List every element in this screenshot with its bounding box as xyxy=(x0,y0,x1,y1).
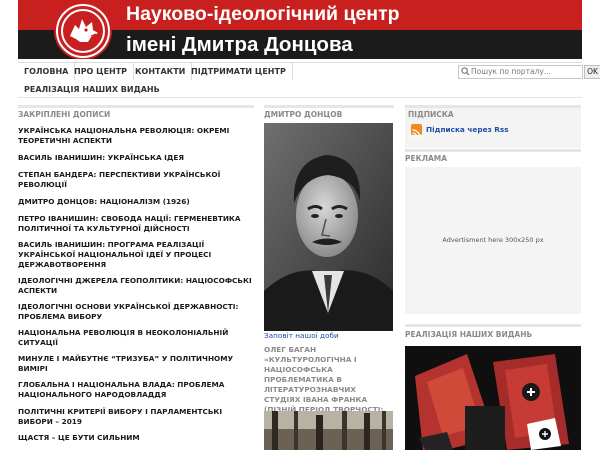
pinned-post-link[interactable]: Політичні критерії вибору і парламентськ… xyxy=(18,407,254,427)
nav-item-support[interactable]: Підтримати центр xyxy=(185,63,293,80)
article-thumbnail[interactable] xyxy=(264,411,393,450)
ads-heading: Реклама xyxy=(405,154,448,163)
middle-heading-rule xyxy=(264,105,394,108)
ads-heading-rule xyxy=(405,149,581,152)
dontsov-portrait[interactable] xyxy=(264,123,393,331)
pinned-post-link[interactable]: Ідеологічні джерела геополітики: націосо… xyxy=(18,276,254,296)
search-input[interactable]: Пошук по порталу... xyxy=(458,65,583,79)
nav-item-our-publications[interactable]: Реалізація наших видань xyxy=(18,81,166,98)
site-header: Науково-ідеологічний центр імені Дмитра … xyxy=(18,0,582,59)
rss-subscribe-link[interactable]: Підписка через Rss xyxy=(426,125,509,134)
left-heading-rule xyxy=(18,105,254,108)
dontsov-heading: Дмитро Донцов xyxy=(264,110,343,119)
pinned-post-link[interactable]: Петро Іванишин: Свобода нації: герменевт… xyxy=(18,214,254,234)
pinned-post-link[interactable]: Василь Іванишин: Програма реалізації укр… xyxy=(18,240,254,270)
site-title-line1: Науково-ідеологічний центр xyxy=(126,3,400,25)
books-heading-rule xyxy=(405,324,581,327)
publications-image[interactable] xyxy=(405,346,581,450)
pinned-post-link[interactable]: Василь Іванишин: Українська ідея xyxy=(18,153,254,163)
rss-icon[interactable] xyxy=(411,124,422,138)
pinned-post-link[interactable]: Дмитро Донцов: Націоналізм (1926) xyxy=(18,197,254,207)
pinned-post-link[interactable]: Українська національна революція: Окремі… xyxy=(18,126,254,146)
search-placeholder: Пошук по порталу... xyxy=(471,67,551,76)
search-icon xyxy=(461,67,470,76)
nav-bottom-divider xyxy=(18,97,582,98)
search-submit-button[interactable]: OK xyxy=(584,65,600,79)
pinned-posts-heading: Закріплені дописи xyxy=(18,110,111,119)
pinned-post-link[interactable]: Степан Бандера: Перспективи української … xyxy=(18,170,254,190)
wolf-head-logo-icon[interactable] xyxy=(56,4,110,58)
nav-item-about[interactable]: Про центр xyxy=(68,63,135,80)
pinned-post-link[interactable]: Щастя – це бути сильним xyxy=(18,433,254,443)
ad-placeholder-text: Advertisment here 300x250 px xyxy=(442,236,544,244)
nav-item-contacts[interactable]: Контакти xyxy=(129,63,193,80)
subscribe-heading: Підписка xyxy=(408,110,454,119)
site-title-line2: імені Дмитра Донцова xyxy=(126,33,353,56)
nav-item-home[interactable]: Головна xyxy=(18,63,76,80)
pinned-post-link[interactable]: Ідеологічні основи Української Державнос… xyxy=(18,302,254,322)
pinned-post-link[interactable]: Національна революція в неоколоніальній … xyxy=(18,328,254,348)
our-publications-heading: Реалізація наших видань xyxy=(405,330,533,339)
pinned-post-link[interactable]: Глобальна і національна влада: проблема … xyxy=(18,380,254,400)
portrait-caption-link[interactable]: Заповіт нашої доби xyxy=(264,331,339,340)
main-navigation: Головна Про центр Контакти Підтримати це… xyxy=(18,62,600,98)
pinned-post-link[interactable]: Минуле і майбутнє “Тризуба” у політичном… xyxy=(18,354,254,374)
